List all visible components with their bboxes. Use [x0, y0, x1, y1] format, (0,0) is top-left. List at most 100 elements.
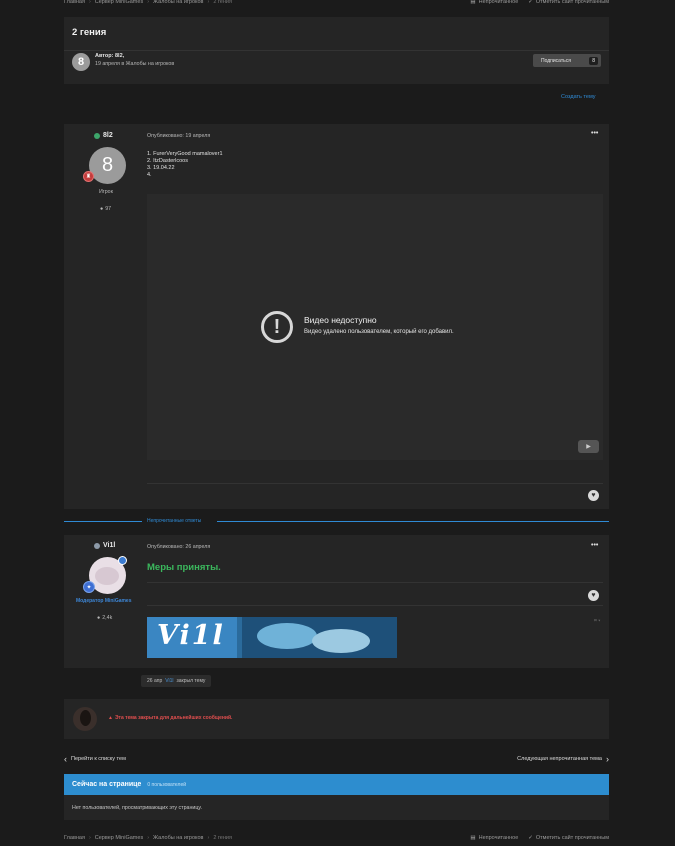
post-2-username-text: Vi1l [103, 542, 116, 549]
post-2-published: Опубликовано: 26 апреля [147, 544, 211, 550]
breadcrumb-bottom: Главная › Сервер MiniGames › Жалобы на и… [64, 833, 232, 843]
topic-closed-event: 26 апр Vi1l закрыл тему [141, 675, 212, 687]
mark-read-label: Отметить сайт прочитанным [535, 0, 609, 5]
offline-indicator [94, 542, 100, 549]
post-1-username-text: 8l2 [103, 132, 113, 139]
post-1-content: 1. FurerVeryGood mamalover1 2. ItzDaster… [147, 151, 223, 179]
moderator-badge-icon [118, 556, 127, 565]
next-unread-label: Следующая непрочитанная тема [517, 756, 602, 762]
post-2-more-icon[interactable]: ••• [591, 542, 598, 549]
online-users-header: Сейчас на странице 0 пользователей [64, 774, 609, 795]
avatar-decoration [95, 567, 119, 585]
current-user-avatar[interactable] [73, 707, 97, 731]
chevron-left-icon: ‹ [64, 754, 67, 764]
mark-read-link[interactable]: ✓ Отметить сайт прочитанным [528, 835, 609, 841]
staff-rank-icon: ✦ [83, 581, 95, 593]
post-1-more-icon[interactable]: ••• [591, 130, 598, 137]
banner-fish-shape [312, 629, 370, 653]
breadcrumb-current: 2 гения [213, 0, 232, 5]
inbox-icon: ▤ [470, 835, 476, 841]
create-topic-link[interactable]: Создать тему [561, 94, 596, 100]
warning-icon: ! [261, 311, 293, 343]
unread-separator-line [217, 521, 609, 522]
post-2-message: Меры приняты. [147, 562, 221, 573]
topic-header: 2 гения 8 Автор: 8l2, 19 апреля в Жалобы… [64, 17, 609, 84]
divider [64, 50, 609, 51]
breadcrumb-home[interactable]: Главная [64, 835, 85, 841]
unread-link[interactable]: ▤ Непрочитанное [470, 835, 518, 841]
post-1-line: 4. [147, 172, 152, 178]
post-2-divider [147, 582, 603, 583]
post-2-posts-count-text: 2,4k [102, 615, 113, 621]
subscribe-label: Подписаться [541, 57, 571, 64]
unread-label: Непрочитанное [478, 835, 519, 841]
unread-label: Непрочитанное [478, 0, 519, 5]
topic-author[interactable]: Автор: 8l2, [95, 53, 124, 59]
unread-separator-label: Непрочитанные ответы [147, 518, 202, 524]
closed-notice: ▲ Эта тема закрыта для дальнейших сообще… [108, 715, 232, 721]
comment-icon: ● [100, 206, 104, 212]
avatar-figure [80, 710, 91, 726]
breadcrumb-complaints[interactable]: Жалобы на игроков [153, 835, 203, 841]
post-1-line: 2. ItzDasterlcoos [147, 158, 188, 164]
back-to-list-link[interactable]: ‹ Перейти к списку тем [64, 754, 126, 764]
closed-notice-text: Эта тема закрыта для дальнейших сообщени… [114, 715, 233, 721]
post-2-role: Модератор MiniGames [76, 598, 132, 604]
post-1-posts-count: ● 97 [100, 206, 111, 212]
comment-icon: ● [97, 615, 101, 621]
video-title: Видео недоступно [304, 315, 377, 325]
breadcrumb-top: Главная › Сервер MiniGames › Жалобы на и… [64, 0, 232, 7]
mark-read-label: Отметить сайт прочитанным [535, 835, 609, 841]
mark-read-link[interactable]: ✓ Отметить сайт прочитанным [528, 0, 609, 5]
signature-text: Vi1l [157, 620, 225, 651]
signature-banner: Vi1l [147, 617, 397, 658]
breadcrumb-separator: › [147, 0, 150, 5]
post-1-like-icon[interactable]: ♥ [588, 490, 599, 501]
online-users-title: Сейчас на странице [72, 781, 142, 788]
video-text: Видео удалено пользователем, который его… [304, 329, 454, 335]
post-1-author-panel: 8l2 8 ♜ Игрок ● 97 [64, 124, 141, 509]
post-1-posts-count-text: 97 [105, 206, 112, 212]
post-2-like-icon[interactable]: ♥ [588, 590, 599, 601]
online-users-empty: Нет пользователей, просматривающих эту с… [72, 804, 203, 811]
event-date: 26 апр [147, 678, 163, 684]
page-title: 2 гения [72, 27, 107, 38]
unread-separator-line [64, 521, 142, 522]
breadcrumb-separator: › [207, 0, 210, 5]
online-users-count: 0 пользователей [147, 781, 187, 788]
event-user[interactable]: Vi1l [165, 678, 173, 684]
check-icon: ✓ [528, 835, 533, 841]
alert-icon: ▲ [108, 715, 113, 721]
banner-fish-shape [257, 623, 317, 649]
post-1: 8l2 8 ♜ Игрок ● 97 Опубликовано: 19 апре… [64, 124, 609, 509]
next-unread-link[interactable]: Следующая непрочитанная тема › [517, 754, 609, 764]
breadcrumb-complaints[interactable]: Жалобы на игроков [153, 0, 203, 5]
rank-badge-icon: ♜ [83, 171, 94, 182]
closed-notice-panel: ▲ Эта тема закрыта для дальнейших сообще… [64, 699, 609, 739]
breadcrumb-home[interactable]: Главная [64, 0, 85, 5]
breadcrumb-separator: › [147, 835, 150, 841]
post-1-divider [147, 483, 603, 484]
breadcrumb-actions-bottom: ▤ Непрочитанное ✓ Отметить сайт прочитанны… [470, 833, 609, 843]
post-1-username[interactable]: 8l2 [94, 132, 113, 139]
post-1-role: Игрок [99, 189, 113, 195]
subscribe-button[interactable]: Подписаться 8 [533, 54, 601, 67]
post-1-published: Опубликовано: 19 апреля [147, 133, 211, 139]
author-avatar[interactable]: 8 [72, 53, 90, 71]
post-2-username[interactable]: Vi1l [94, 542, 115, 549]
post-2: Vi1l ✦ Модератор MiniGames ● 2,4k Опубли… [64, 535, 609, 668]
breadcrumb-server[interactable]: Сервер MiniGames [95, 0, 143, 5]
post-1-avatar[interactable]: 8 [89, 147, 126, 184]
back-to-list-label: Перейти к списку тем [71, 756, 126, 762]
breadcrumb-server[interactable]: Сервер MiniGames [95, 835, 143, 841]
youtube-icon[interactable]: ▶ [578, 440, 599, 453]
post-1-line: 3. 19.04.22 [147, 165, 175, 171]
signature-toggle-icon[interactable]: ⌗ ▾ [594, 618, 600, 624]
inbox-icon: ▤ [470, 0, 476, 5]
subscribe-count: 8 [589, 56, 598, 65]
post-1-line: 1. FurerVeryGood mamalover1 [147, 151, 223, 157]
breadcrumb-actions-top: ▤ Непрочитанное ✓ Отметить сайт прочитанны… [470, 0, 609, 7]
unread-link[interactable]: ▤ Непрочитанное [470, 0, 518, 5]
video-embed[interactable]: ! Видео недоступно Видео удалено пользов… [147, 194, 603, 460]
topic-date: 19 апреля в Жалобы на игроков [95, 61, 175, 67]
